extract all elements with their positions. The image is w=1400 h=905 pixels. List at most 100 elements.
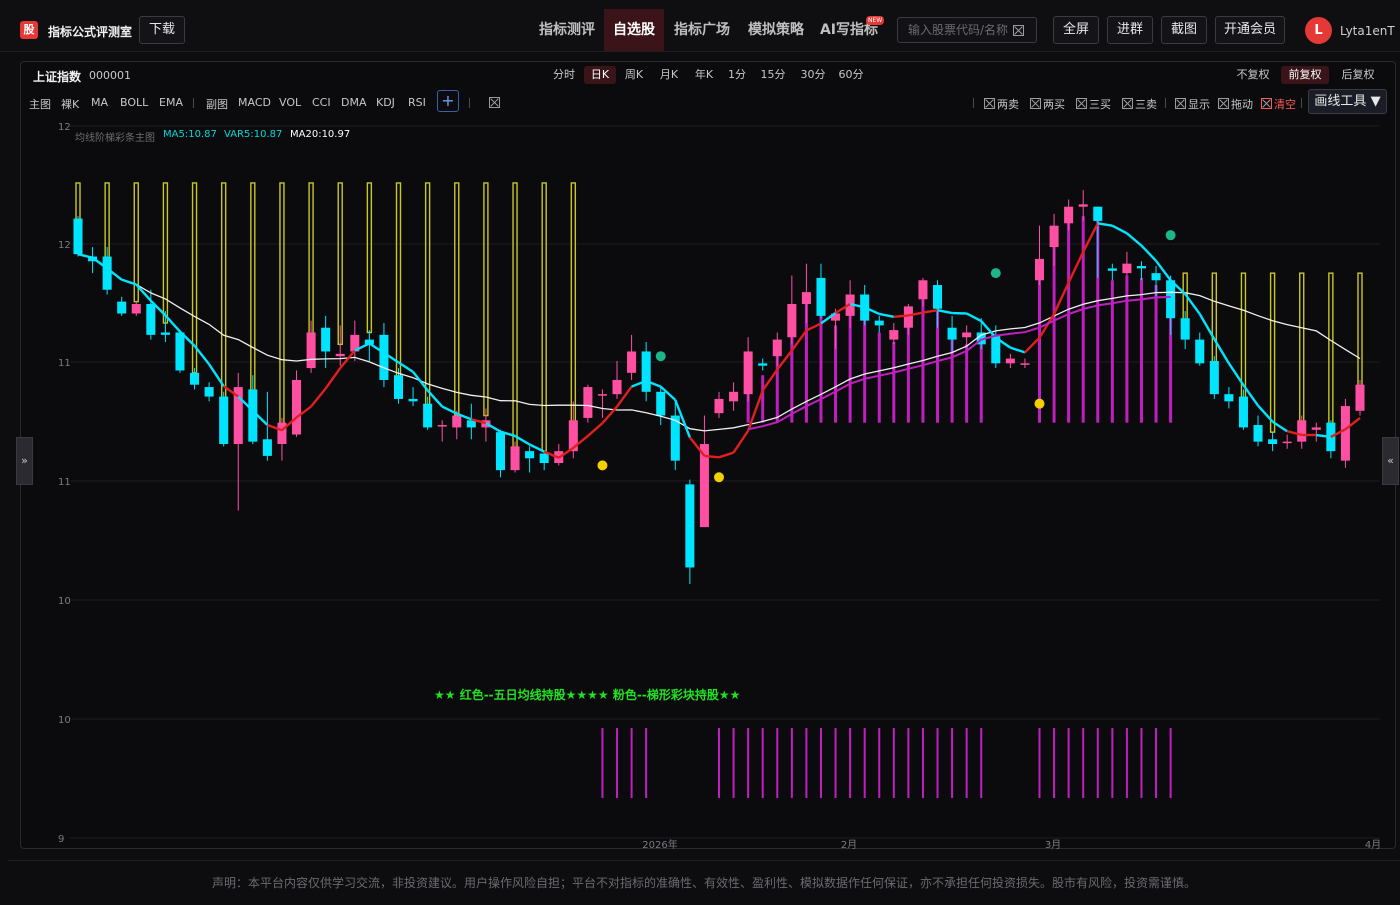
ladder-bar [484, 183, 488, 416]
ma5-segment [748, 390, 763, 430]
candle-down [816, 278, 825, 316]
x-tick-label: 2月 [841, 839, 857, 851]
ladder-pink-bar [892, 342, 895, 423]
candle-up [1297, 420, 1306, 441]
ma5-segment [704, 456, 719, 457]
candle-up [1122, 264, 1131, 273]
candle-down [1152, 273, 1161, 280]
ladder-pink-bar [1111, 280, 1114, 422]
ladder-pink-bar [878, 332, 881, 422]
candle-down [73, 219, 82, 255]
ma-lines [78, 223, 1360, 457]
candle-down [642, 351, 651, 391]
ma5-segment [1025, 338, 1040, 353]
ma5-segment [1083, 223, 1098, 251]
y-tick-label: 10 [58, 715, 71, 726]
candle-down [496, 432, 505, 470]
candle-up [729, 392, 738, 401]
candle-down [117, 302, 126, 314]
candle-up [787, 304, 796, 337]
candle-up [292, 380, 301, 435]
ma5-segment [719, 453, 734, 458]
ladder-bar [455, 183, 459, 416]
candle-down [423, 404, 432, 428]
ma5-segment [1141, 246, 1156, 261]
x-tick-label: 4月 [1365, 839, 1381, 851]
ladder-bar [367, 183, 371, 333]
y-tick-label: 10 [58, 596, 71, 607]
candle-up [1064, 207, 1073, 224]
candle-up [627, 351, 636, 372]
candle-down [540, 454, 549, 463]
ma5-segment [894, 315, 909, 316]
signal-dot [597, 460, 607, 470]
candle-down [1195, 340, 1204, 364]
candle-down [1181, 318, 1190, 339]
ladder-bar [1300, 273, 1304, 430]
expand-right-handle[interactable]: « [1382, 437, 1399, 485]
disclaimer-footer: 声明：本平台内容仅供学习交流，非投资建议。用户操作风险自担；平台不对指标的准确性… [8, 860, 1400, 900]
strategy-annotation: ★★ 红色--五日均线持股★★★★ 粉色--梯形彩块持股★★ [434, 686, 740, 703]
signal-dots [597, 230, 1175, 482]
candle-down [146, 304, 155, 335]
candle-up [452, 416, 461, 428]
candle-up [802, 292, 811, 304]
ma5-segment [1010, 348, 1025, 353]
ma5-segment [1054, 283, 1069, 314]
ladder-bar [397, 183, 401, 387]
y-tick-label: 9 [58, 834, 64, 845]
candle-down [394, 375, 403, 399]
ma5-segment [938, 310, 953, 313]
ladder-pink-bar [1067, 219, 1070, 423]
ma5-segment [1098, 223, 1113, 225]
candle-up [511, 446, 520, 470]
candle-up [1312, 427, 1321, 429]
signal-dot [991, 268, 1001, 278]
ma5-segment [326, 368, 341, 388]
legend-ma5: MA5:10.87 [163, 129, 217, 140]
pink-trend-line [748, 297, 1171, 429]
candle-up [307, 332, 316, 368]
candle-up [598, 394, 607, 396]
x-tick-label: 2026年 [642, 838, 677, 851]
candle-down [409, 399, 418, 401]
candle-down [321, 328, 330, 352]
signal-dot [1035, 399, 1045, 409]
ma5-segment [1112, 226, 1127, 234]
ladder-pink-bar [965, 344, 968, 422]
candle-down [1108, 268, 1117, 270]
ma5-segment [923, 310, 938, 312]
x-tick-label: 3月 [1045, 839, 1061, 851]
candle-down [379, 335, 388, 380]
candle-up [1006, 359, 1015, 364]
signal-dot [1166, 230, 1176, 240]
ladder-pink-bar [761, 375, 764, 422]
candle-up [1020, 363, 1029, 365]
candle-up [744, 351, 753, 394]
candle-down [103, 257, 112, 290]
ladder-bar [1271, 273, 1275, 432]
legend-ma20: MA20:10.97 [290, 129, 350, 140]
candle-down [263, 439, 272, 456]
candle-down [175, 332, 184, 370]
ma5-segment [340, 351, 355, 369]
candle-up [1283, 442, 1292, 444]
candle-up [583, 387, 592, 418]
ma5-segment [967, 313, 982, 321]
ladder-bar [542, 183, 546, 451]
candle-down [685, 484, 694, 567]
candle-down [1224, 394, 1233, 401]
signal-dot [714, 472, 724, 482]
candle-up [714, 399, 723, 413]
ma5-segment [879, 314, 894, 317]
candle-up [438, 425, 447, 427]
candle-up [1035, 259, 1044, 280]
y-tick-label: 12 [58, 240, 71, 251]
expand-left-handle[interactable]: » [16, 437, 33, 485]
ma5-segment [78, 254, 93, 258]
candle-up [918, 280, 927, 299]
candle-down [933, 285, 942, 309]
candle-down [1210, 361, 1219, 394]
candle-down [948, 328, 957, 340]
candle-up [132, 304, 141, 313]
